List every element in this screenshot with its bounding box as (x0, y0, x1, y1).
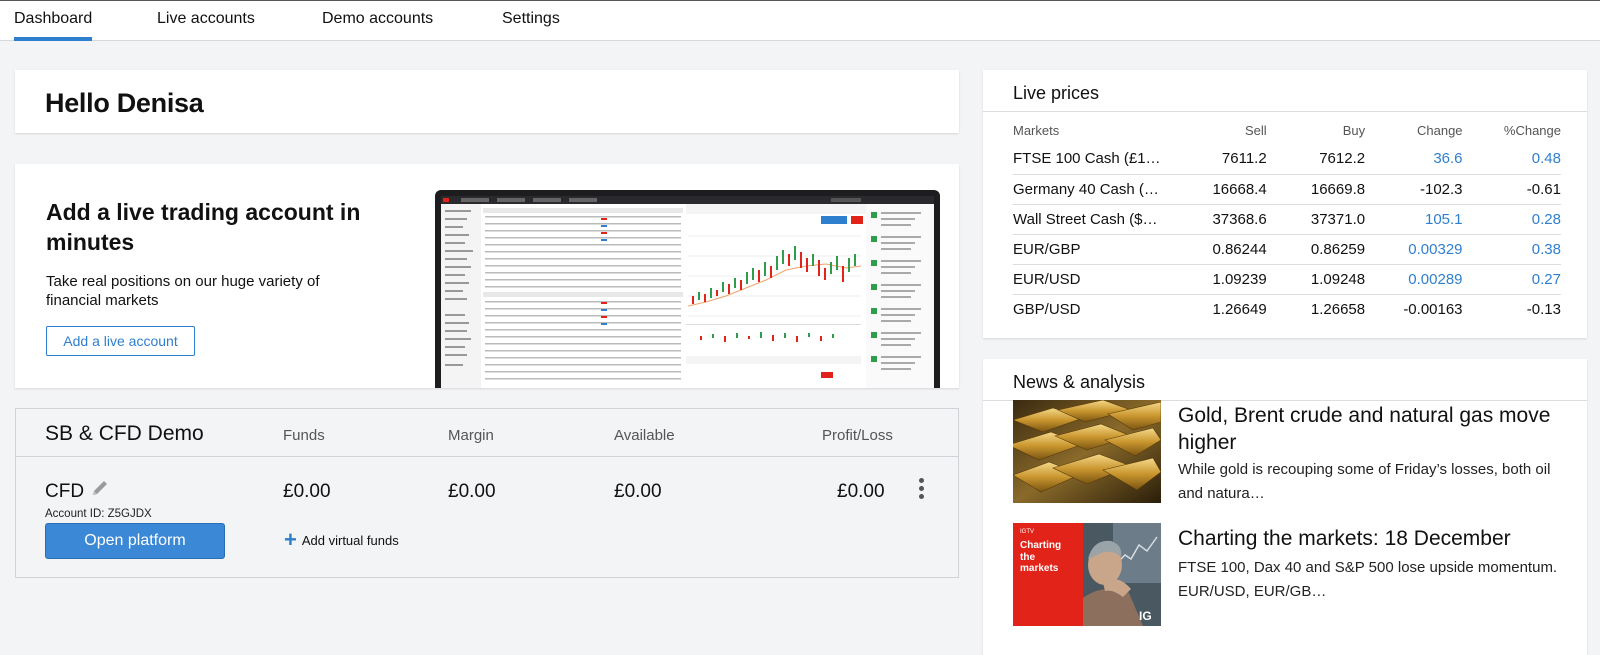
market-name: Wall Street Cash ($… (1013, 204, 1166, 235)
sell-price: 1.26649 (1212, 300, 1267, 318)
margin-value: £0.00 (448, 481, 496, 502)
greeting-card: Hello Denisa (15, 70, 959, 133)
platform-preview-graphic (441, 196, 934, 388)
pct-change: -0.13 (1526, 300, 1561, 318)
buy-price: 0.86259 (1266, 234, 1366, 265)
sell-price: 0.86244 (1165, 234, 1267, 265)
market-name: GBP/USD (1013, 300, 1081, 318)
gold-bars-image (1013, 400, 1161, 503)
price-change: 105.1 (1365, 204, 1463, 235)
available-value: £0.00 (614, 481, 662, 502)
buy-price: 1.09248 (1266, 264, 1366, 295)
thumb-tag: IGTV (1020, 529, 1035, 535)
more-options-icon[interactable] (916, 478, 926, 502)
pct-change: 0.48 (1462, 144, 1561, 175)
tab-settings[interactable]: Settings (502, 10, 560, 41)
available-column-header: Available (614, 427, 675, 444)
news-headline[interactable]: Charting the markets: 18 December (1178, 525, 1578, 552)
ig-logo: IG (1139, 609, 1152, 623)
promo-title: Add a live trading account in minutes (46, 199, 361, 255)
pct-change: 0.28 (1462, 204, 1561, 235)
platform-screenshot-image (435, 190, 940, 388)
tab-dashboard[interactable]: Dashboard (14, 10, 93, 41)
news-summary: FTSE 100, Dax 40 and S&P 500 lose upside… (1178, 559, 1558, 600)
price-change: 36.6 (1365, 144, 1463, 175)
funds-value: £0.00 (283, 481, 331, 502)
demo-account-header: SB & CFD Demo Funds Margin Available Pro… (16, 409, 958, 457)
profit-loss-value: £0.00 (837, 481, 885, 502)
thumb-red-panel (1013, 523, 1083, 626)
edit-pencil-icon[interactable] (89, 477, 111, 499)
demo-account-panel: SB & CFD Demo Funds Margin Available Pro… (15, 408, 959, 578)
price-row[interactable]: FTSE 100 Cash (£1… 7611.2 7612.2 36.6 0.48 (1013, 144, 1561, 175)
open-platform-button[interactable]: Open platform (45, 523, 225, 559)
buy-price: 37371.0 (1266, 204, 1366, 235)
market-name: EUR/USD (1013, 264, 1166, 295)
price-row[interactable]: Germany 40 Cash (… 16668.4 16669.8 -102.3 -0… (1013, 174, 1561, 205)
sell-price: 37368.6 (1165, 204, 1267, 235)
demo-account-title: SB & CFD Demo (45, 422, 204, 445)
promo-body: Take real positions on our huge variety … (46, 273, 320, 309)
greeting-heading: Hello Denisa (45, 88, 204, 118)
buy-price: 16669.8 (1266, 174, 1366, 205)
promo-card: Add a live trading account in minutes Ta… (15, 164, 959, 388)
price-change: -102.3 (1365, 174, 1463, 205)
plus-icon: + (284, 527, 297, 552)
buy-column-header: Buy (1342, 122, 1366, 138)
margin-column-header: Margin (448, 427, 494, 444)
sell-column-header: Sell (1245, 122, 1267, 138)
market-name: Germany 40 Cash (… (1013, 174, 1166, 205)
add-virtual-funds-label: Add virtual funds (301, 532, 399, 548)
divider (983, 111, 1587, 112)
news-headline[interactable]: Gold, Brent crude and natural gas move h… (1178, 402, 1578, 456)
change-column-header: Change (1416, 122, 1463, 138)
sell-price: 16668.4 (1165, 174, 1267, 205)
live-prices-table: Markets Sell Buy Change %Change FTSE 100… (1013, 116, 1561, 324)
live-prices-panel: Live prices Markets Sell Buy Change %Cha… (983, 70, 1587, 338)
price-row[interactable]: GBP/USD 1.26649 1.26658 -0.00163 -0.13 (1013, 294, 1561, 324)
top-nav: Dashboard Live accounts Demo accounts Se… (0, 0, 1600, 41)
price-row[interactable]: EUR/USD 1.09239 1.09248 0.00289 0.27 (1013, 264, 1561, 295)
pct-change-column-header: %Change (1503, 122, 1561, 138)
news-analysis-panel: News & analysis Gold, Brent crude and na… (983, 359, 1587, 655)
market-name: EUR/GBP (1013, 234, 1166, 265)
price-change: -0.00163 (1403, 300, 1463, 318)
thumb-caption: Charting the markets (1020, 540, 1062, 574)
live-prices-title: Live prices (1013, 83, 1100, 103)
market-name: FTSE 100 Cash (£1… (1013, 144, 1166, 175)
pct-change: -0.61 (1462, 174, 1561, 205)
price-change: 0.00289 (1365, 264, 1463, 295)
markets-column-header: Markets (1013, 122, 1060, 138)
price-row[interactable]: EUR/GBP 0.86244 0.86259 0.00329 0.38 (1013, 234, 1561, 265)
add-live-account-button[interactable]: Add a live account (46, 326, 195, 356)
price-row[interactable]: Wall Street Cash ($… 37368.6 37371.0 105.1 0… (1013, 204, 1561, 235)
tab-demo-accounts[interactable]: Demo accounts (322, 10, 433, 41)
tab-live-accounts[interactable]: Live accounts (157, 10, 255, 41)
account-id: Account ID: Z5GJDX (45, 508, 152, 520)
news-title: News & analysis (1013, 372, 1146, 392)
profit-loss-column-header: Profit/Loss (822, 427, 893, 444)
charting-markets-image: IGTV Charting the markets IG (1013, 523, 1161, 626)
sell-price: 7611.2 (1165, 144, 1267, 175)
price-change: 0.00329 (1365, 234, 1463, 265)
buy-price: 7612.2 (1266, 144, 1366, 175)
pct-change: 0.27 (1462, 264, 1561, 295)
funds-column-header: Funds (283, 427, 325, 444)
table-header-row: Markets Sell Buy Change %Change (1013, 116, 1561, 144)
news-summary: While gold is recouping some of Friday’s… (1178, 461, 1551, 502)
pct-change: 0.38 (1462, 234, 1561, 265)
sell-price: 1.09239 (1165, 264, 1267, 295)
add-virtual-funds-link[interactable]: + Add virtual funds (284, 527, 399, 552)
buy-price: 1.26658 (1310, 300, 1366, 318)
account-name: CFD (45, 481, 85, 502)
